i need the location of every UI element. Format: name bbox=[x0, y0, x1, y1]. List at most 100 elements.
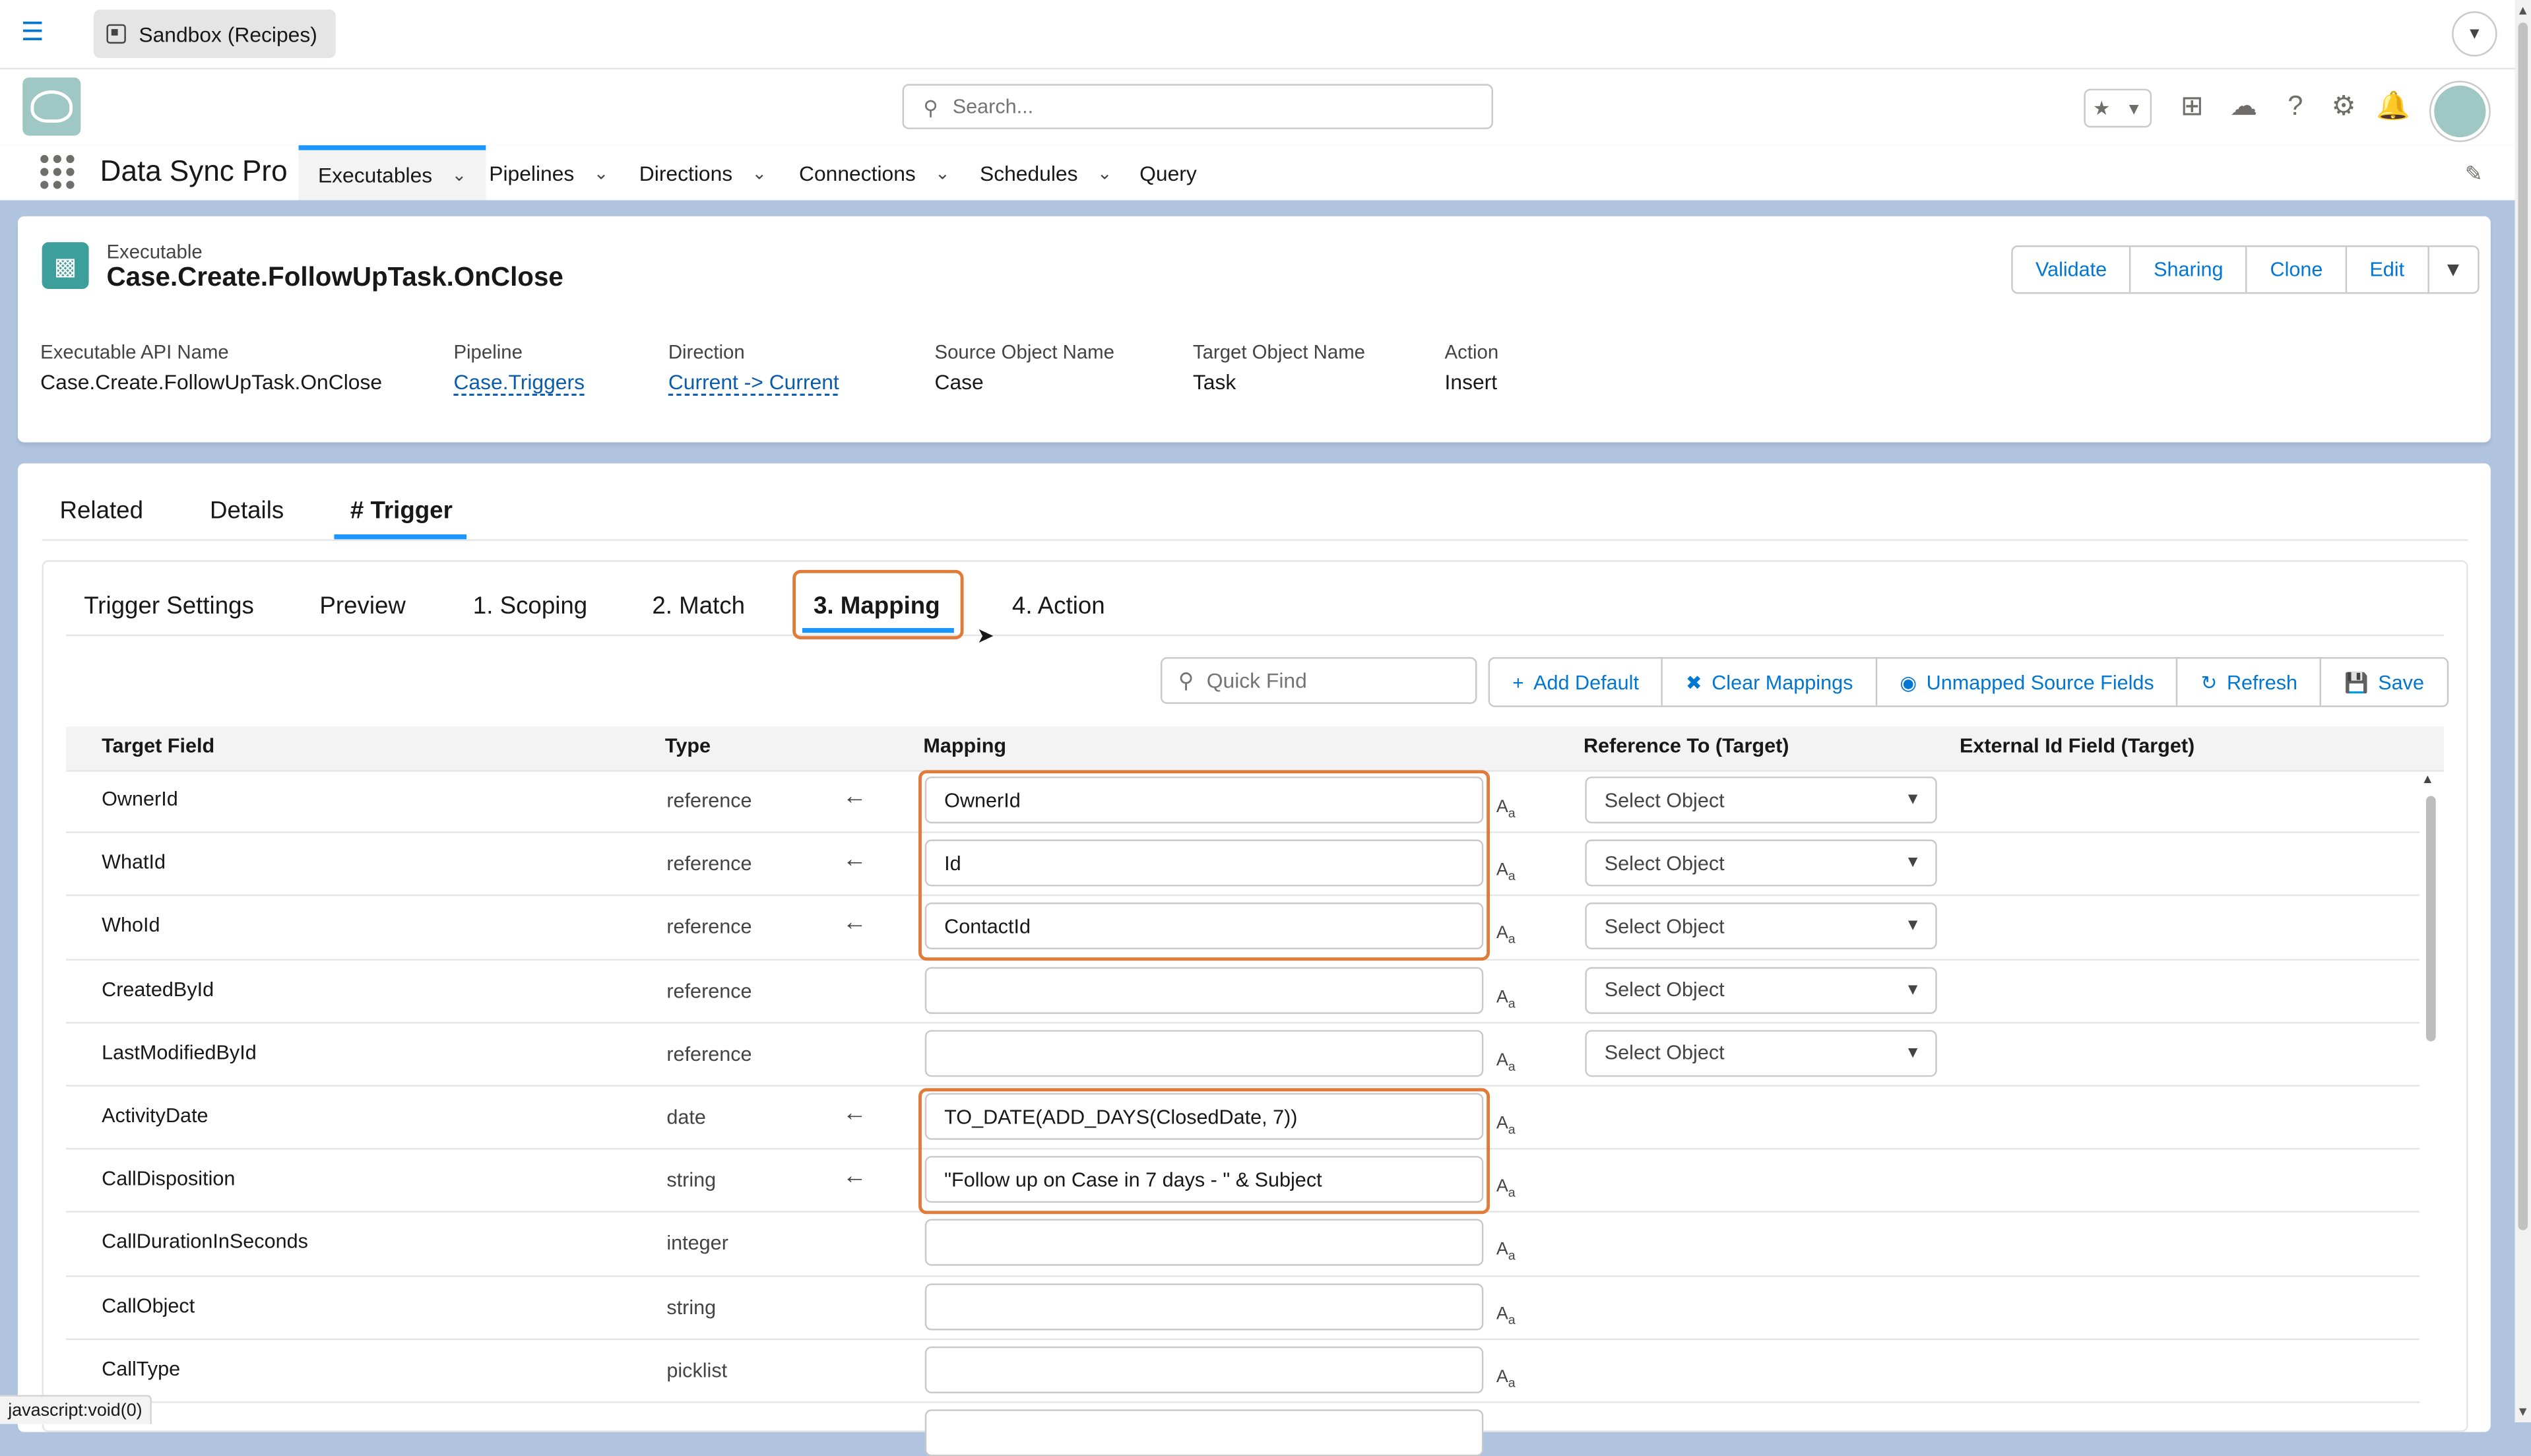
favorites-menu-icon[interactable]: ▾ bbox=[2118, 97, 2150, 119]
refresh-icon: ↻ bbox=[2200, 670, 2218, 694]
select-placeholder: Select Object bbox=[1604, 978, 1725, 1001]
mapping-input[interactable] bbox=[924, 966, 1484, 1013]
mapping-input[interactable] bbox=[924, 1346, 1484, 1393]
nav-item-directions[interactable]: Directions ⌄ bbox=[639, 145, 767, 200]
favorites-button[interactable]: ★ ▾ bbox=[2084, 88, 2152, 128]
field-type: reference bbox=[666, 979, 752, 1002]
target-field-name: CreatedById bbox=[102, 978, 214, 1001]
button-label: Add Default bbox=[1533, 670, 1639, 694]
mapping-input[interactable] bbox=[924, 1029, 1484, 1077]
mapping-input[interactable] bbox=[924, 1219, 1484, 1267]
reference-object-select[interactable]: Select Object ▼ bbox=[1585, 1029, 1937, 1077]
reference-object-select[interactable]: Select Object ▼ bbox=[1585, 840, 1937, 887]
reference-object-select[interactable]: Select Object ▼ bbox=[1585, 902, 1937, 950]
star-icon[interactable]: ★ bbox=[2086, 97, 2118, 119]
text-case-icon[interactable]: Aa bbox=[1496, 1367, 1516, 1390]
page-scroll-down-icon[interactable]: ▼ bbox=[2515, 1405, 2531, 1419]
select-placeholder: Select Object bbox=[1604, 915, 1725, 938]
select-placeholder: Select Object bbox=[1604, 1042, 1725, 1065]
target-field-name: WhoId bbox=[102, 914, 160, 937]
hamburger-menu-icon[interactable]: ☰ bbox=[21, 20, 46, 47]
avatar[interactable] bbox=[2431, 82, 2489, 141]
mapping-input[interactable] bbox=[924, 1282, 1484, 1330]
arrow-left-icon: ← bbox=[843, 782, 867, 811]
page-scroll-up-icon[interactable]: ▲ bbox=[2515, 3, 2531, 18]
unmapped-source-fields-button[interactable]: ◉ Unmapped Source Fields bbox=[1877, 658, 2179, 706]
setup-gear-icon[interactable]: ⚙ bbox=[2328, 90, 2360, 123]
reference-object-select[interactable]: Select Object ▼ bbox=[1585, 966, 1937, 1013]
app-name: Data Sync Pro bbox=[100, 154, 288, 187]
target-field-name: CallType bbox=[102, 1357, 181, 1380]
tab-trigger-settings[interactable]: Trigger Settings bbox=[84, 592, 254, 620]
sharing-button[interactable]: Sharing bbox=[2131, 247, 2248, 292]
chevron-down-icon[interactable]: ⌄ bbox=[452, 165, 467, 185]
nav-item-pipelines[interactable]: Pipelines ⌄ bbox=[489, 145, 608, 200]
scroll-up-arrow-icon[interactable]: ▲ bbox=[2421, 772, 2434, 786]
nav-item-schedules[interactable]: Schedules ⌄ bbox=[980, 145, 1112, 200]
tab-action[interactable]: 4. Action bbox=[1012, 592, 1105, 620]
reference-object-select[interactable]: Select Object ▼ bbox=[1585, 776, 1937, 824]
mapping-input[interactable] bbox=[924, 1409, 1484, 1456]
toggle-icon: ◉ bbox=[1900, 670, 1917, 694]
column-header-reference-to[interactable]: Reference To (Target) bbox=[1584, 734, 1789, 757]
nav-item-query[interactable]: Query bbox=[1139, 145, 1197, 200]
text-case-icon[interactable]: Aa bbox=[1496, 924, 1516, 947]
plus-icon: + bbox=[1512, 670, 1524, 694]
validate-button[interactable]: Validate bbox=[2013, 247, 2131, 292]
page-scrollbar-thumb[interactable] bbox=[2518, 22, 2528, 1230]
text-case-icon[interactable]: Aa bbox=[1496, 1114, 1516, 1137]
tab-scoping[interactable]: 1. Scoping bbox=[473, 592, 587, 620]
column-header-target-field[interactable]: Target Field bbox=[102, 734, 214, 757]
chevron-down-icon[interactable]: ▼ bbox=[2452, 11, 2497, 57]
trailhead-icon[interactable]: ☁ bbox=[2227, 90, 2260, 123]
row-divider bbox=[66, 1401, 2420, 1403]
chevron-down-icon[interactable]: ⌄ bbox=[1097, 162, 1112, 183]
nav-label: Pipelines bbox=[489, 160, 575, 185]
text-case-icon[interactable]: Aa bbox=[1496, 1304, 1516, 1327]
notifications-bell-icon[interactable]: 🔔 bbox=[2376, 90, 2410, 123]
app-launcher-icon[interactable] bbox=[40, 154, 75, 189]
chevron-down-icon[interactable]: ⌄ bbox=[594, 162, 609, 183]
edit-nav-pencil-icon[interactable]: ✎ bbox=[2465, 162, 2483, 187]
text-case-icon[interactable]: Aa bbox=[1496, 1240, 1516, 1263]
clear-mappings-button[interactable]: ✖ Clear Mappings bbox=[1663, 658, 1878, 706]
chevron-down-icon: ▼ bbox=[1905, 917, 1921, 935]
target-field-name: OwnerId bbox=[102, 788, 178, 811]
nav-item-connections[interactable]: Connections ⌄ bbox=[799, 145, 950, 200]
sandbox-icon bbox=[106, 24, 126, 44]
chevron-down-icon[interactable]: ⌄ bbox=[752, 162, 767, 183]
edit-button[interactable]: Edit bbox=[2347, 247, 2429, 292]
button-label: Clear Mappings bbox=[1712, 670, 1853, 694]
tab-trigger[interactable]: # Trigger bbox=[350, 497, 453, 525]
text-case-icon[interactable]: Aa bbox=[1496, 1051, 1516, 1074]
direction-link[interactable]: Current -> Current bbox=[668, 369, 839, 394]
text-case-icon[interactable]: Aa bbox=[1496, 1177, 1516, 1200]
text-case-icon[interactable]: Aa bbox=[1496, 988, 1516, 1011]
pipeline-link[interactable]: Case.Triggers bbox=[453, 369, 585, 394]
tab-preview[interactable]: Preview bbox=[319, 592, 406, 620]
column-header-mapping[interactable]: Mapping bbox=[923, 734, 1006, 757]
tab-details[interactable]: Details bbox=[210, 497, 284, 525]
add-default-button[interactable]: + Add Default bbox=[1490, 658, 1663, 706]
global-create-icon[interactable]: ⊞ bbox=[2176, 90, 2208, 123]
clone-button[interactable]: Clone bbox=[2247, 247, 2348, 292]
refresh-button[interactable]: ↻ Refresh bbox=[2178, 658, 2322, 706]
text-case-icon[interactable]: Aa bbox=[1496, 798, 1516, 821]
text-case-icon[interactable]: Aa bbox=[1496, 861, 1516, 884]
row-divider bbox=[66, 1085, 2420, 1087]
target-field-name: LastModifiedById bbox=[102, 1040, 257, 1064]
column-header-type[interactable]: Type bbox=[665, 734, 711, 757]
nav-item-executables[interactable]: Executables ⌄ bbox=[298, 145, 486, 201]
more-actions-chevron-down-icon[interactable]: ▼ bbox=[2429, 247, 2478, 292]
sandbox-tab[interactable]: Sandbox (Recipes) bbox=[93, 9, 335, 59]
column-header-external-id[interactable]: External Id Field (Target) bbox=[1960, 734, 2195, 757]
table-scrollbar[interactable] bbox=[2425, 796, 2436, 1042]
tab-match[interactable]: 2. Match bbox=[652, 592, 745, 620]
quick-find-input[interactable]: ⚲ Quick Find bbox=[1160, 657, 1477, 704]
help-icon[interactable]: ? bbox=[2279, 90, 2311, 123]
chevron-down-icon[interactable]: ⌄ bbox=[935, 162, 950, 183]
save-button[interactable]: 💾 Save bbox=[2322, 658, 2447, 705]
global-search-input[interactable]: ⚲ Search... bbox=[902, 84, 1493, 129]
tab-related[interactable]: Related bbox=[60, 497, 143, 525]
mapping-highlight-reference-group bbox=[918, 770, 1490, 961]
